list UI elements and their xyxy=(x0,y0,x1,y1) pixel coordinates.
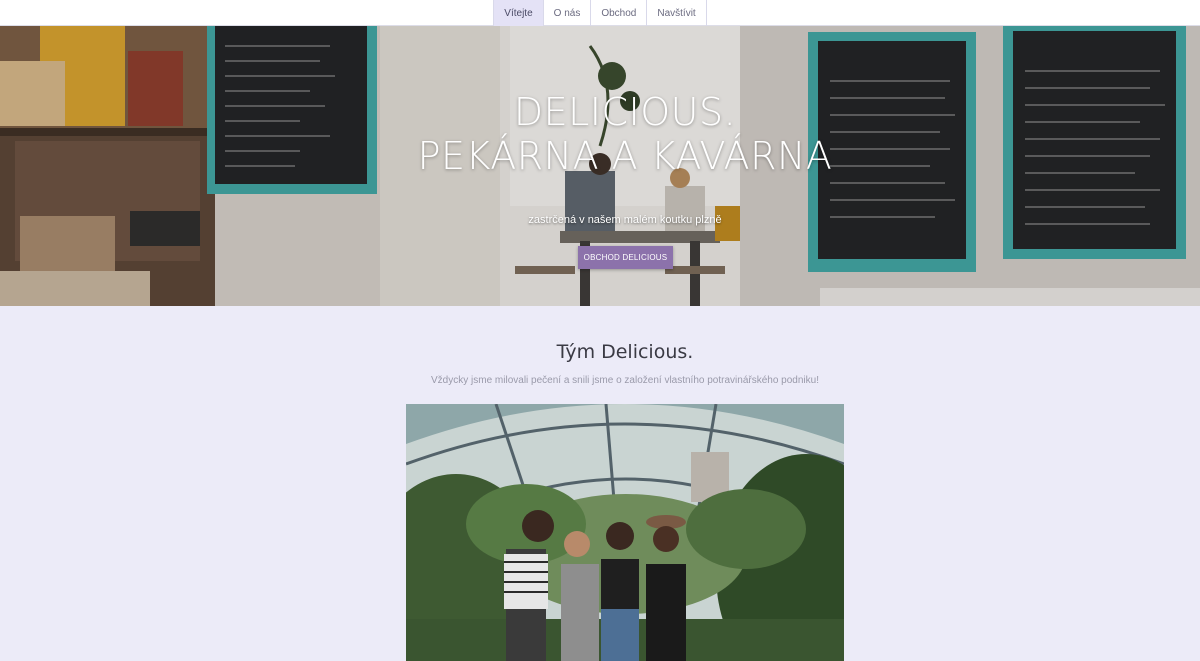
team-subtitle: Vždycky jsme milovali pečení a snili jsm… xyxy=(431,375,819,386)
hero-section: DELICIOUS. PEKÁRNA A KAVÁRNA zastrčená v… xyxy=(0,26,1200,306)
hero-subtitle: zastrčená v našem malém koutku plzně xyxy=(528,214,722,226)
top-navigation: Vítejte O nás Obchod Navštívit xyxy=(0,0,1200,26)
nav-item-o-nas[interactable]: O nás xyxy=(542,0,591,26)
hero-title-line-1: DELICIOUS. xyxy=(513,90,737,134)
nav-item-vitejte[interactable]: Vítejte xyxy=(493,0,543,26)
nav-list: Vítejte O nás Obchod Navštívit xyxy=(493,0,707,26)
team-title: Tým Delicious. xyxy=(556,341,694,363)
shop-delicious-button[interactable]: OBCHOD DELICIOUS xyxy=(578,246,673,269)
nav-item-obchod[interactable]: Obchod xyxy=(590,0,646,26)
hero-title-line-2: PEKÁRNA A KAVÁRNA xyxy=(417,134,833,178)
nav-item-navstivit[interactable]: Navštívit xyxy=(646,0,707,26)
hero-title: DELICIOUS. PEKÁRNA A KAVÁRNA xyxy=(0,90,1200,178)
team-photo-image xyxy=(406,404,844,661)
team-photo xyxy=(406,404,844,661)
